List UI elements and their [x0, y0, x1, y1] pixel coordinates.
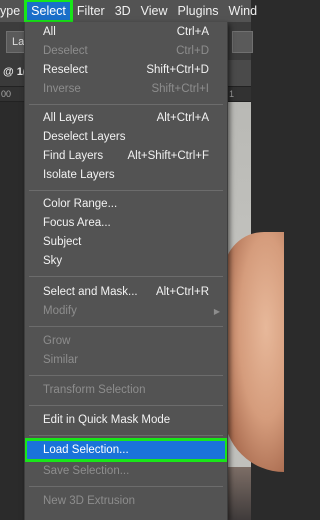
menu-filter[interactable]: Filter — [72, 0, 110, 22]
menu-bar: ype Select Filter 3D View Plugins Wind — [0, 0, 257, 23]
menu-item-modify[interactable]: Modify ▶ — [25, 302, 227, 321]
menu-item-new-3d-extrusion[interactable]: New 3D Extrusion — [25, 492, 227, 511]
menu-separator — [29, 190, 223, 191]
menu-separator — [29, 104, 223, 105]
document-tab-edge — [226, 60, 251, 86]
select-dropdown-menu: All Ctrl+A Deselect Ctrl+D Reselect Shif… — [24, 22, 228, 520]
menu-item-all[interactable]: All Ctrl+A — [25, 23, 227, 42]
menu-item-deselect[interactable]: Deselect Ctrl+D — [25, 42, 227, 61]
menu-separator — [29, 435, 223, 436]
menu-item-color-range[interactable]: Color Range... — [25, 195, 227, 214]
menu-item-select-and-mask[interactable]: Select and Mask... Alt+Ctrl+R — [25, 283, 227, 302]
menu-item-isolate-layers[interactable]: Isolate Layers — [25, 166, 227, 185]
ruler-number-right: 1 — [229, 89, 235, 99]
menu-3d[interactable]: 3D — [110, 0, 136, 22]
menu-item-reselect[interactable]: Reselect Shift+Ctrl+D — [25, 61, 227, 80]
menu-item-grow[interactable]: Grow — [25, 332, 227, 351]
photo-face — [224, 232, 284, 472]
options-right-button[interactable] — [232, 31, 253, 53]
menu-plugins[interactable]: Plugins — [173, 0, 224, 22]
menu-separator — [29, 405, 223, 406]
menu-item-sky[interactable]: Sky — [25, 252, 227, 271]
menu-type[interactable]: ype — [0, 0, 25, 22]
menu-item-save-selection[interactable]: Save Selection... — [25, 462, 227, 481]
menu-item-load-selection[interactable]: Load Selection... — [25, 438, 227, 462]
menu-item-subject[interactable]: Subject — [25, 233, 227, 252]
ruler-number-left: 00 — [1, 89, 12, 99]
menu-item-inverse[interactable]: Inverse Shift+Ctrl+I — [25, 80, 227, 99]
menu-separator — [29, 375, 223, 376]
menu-item-deselect-layers[interactable]: Deselect Layers — [25, 128, 227, 147]
photo-shadow — [226, 467, 251, 520]
menu-item-focus-area[interactable]: Focus Area... — [25, 214, 227, 233]
menu-view[interactable]: View — [136, 0, 173, 22]
menu-separator — [29, 326, 223, 327]
menu-item-find-layers[interactable]: Find Layers Alt+Shift+Ctrl+F — [25, 147, 227, 166]
submenu-arrow-icon: ▶ — [213, 307, 220, 316]
menu-item-similar[interactable]: Similar — [25, 351, 227, 370]
menu-separator — [29, 486, 223, 487]
menu-separator — [29, 276, 223, 277]
menu-item-transform-selection[interactable]: Transform Selection — [25, 381, 227, 400]
menu-select[interactable]: Select — [24, 0, 73, 23]
menu-item-edit-in-quick-mask-mode[interactable]: Edit in Quick Mask Mode — [25, 411, 227, 430]
menu-window[interactable]: Wind — [224, 0, 262, 22]
menu-item-all-layers[interactable]: All Layers Alt+Ctrl+A — [25, 109, 227, 128]
